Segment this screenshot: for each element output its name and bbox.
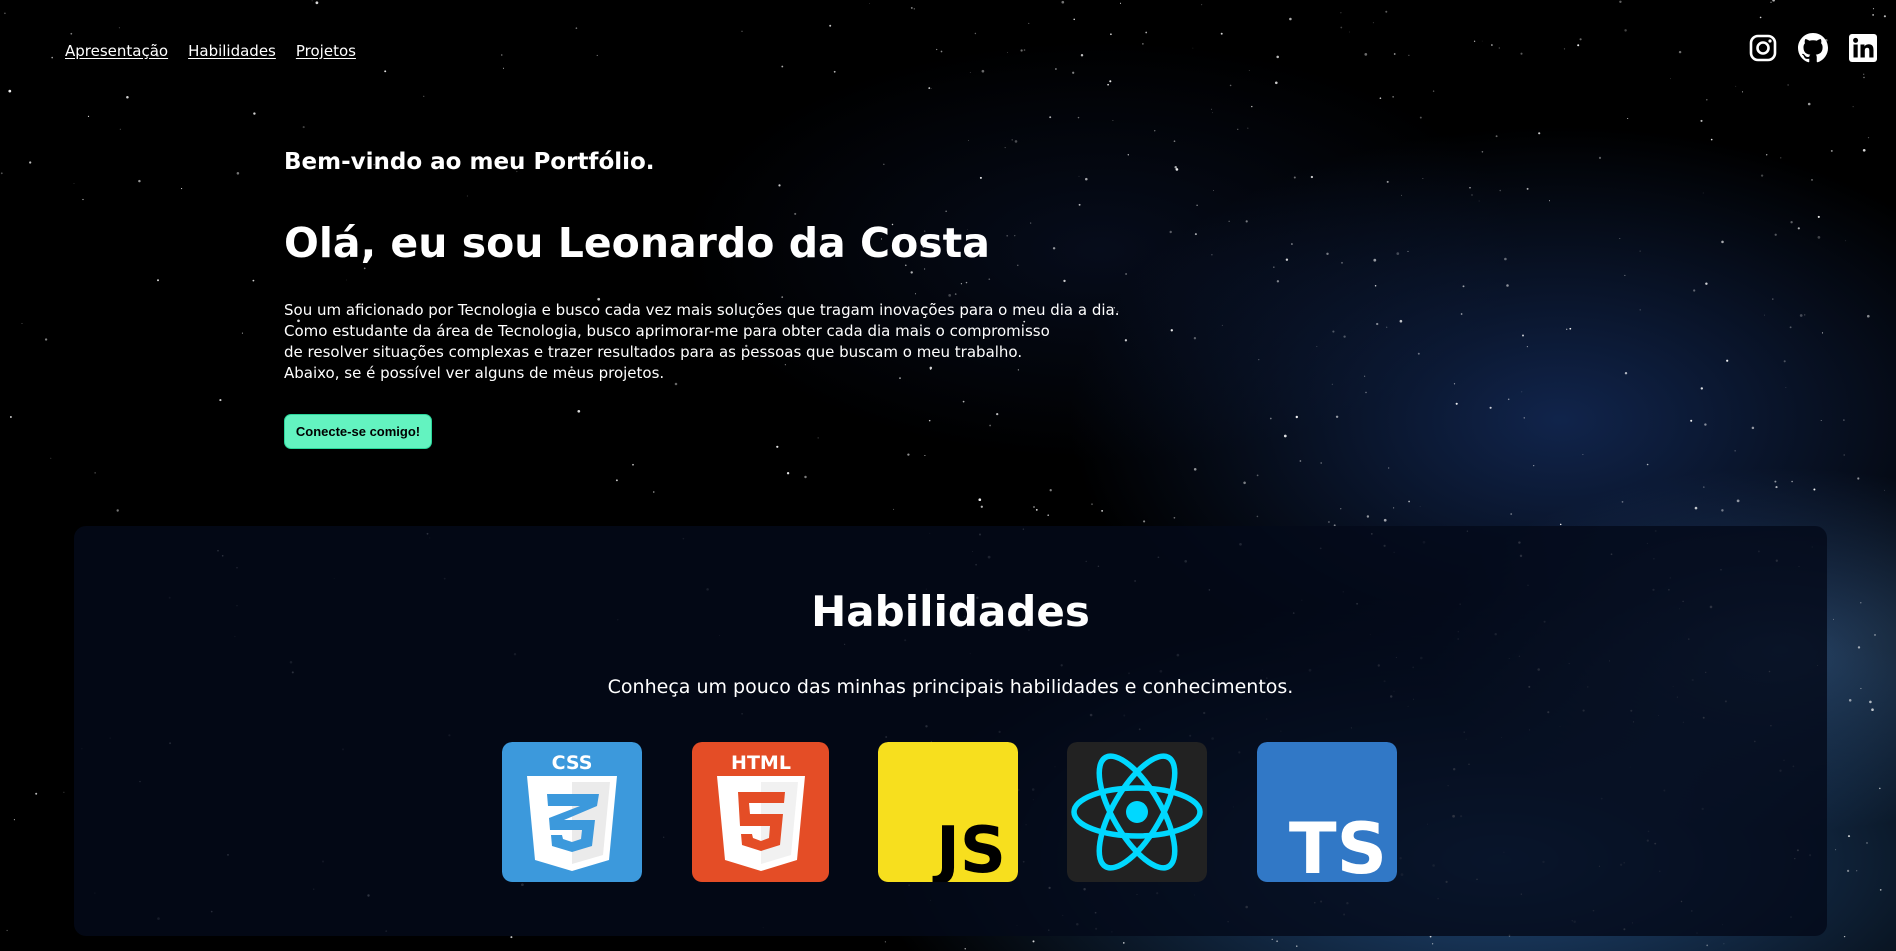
svg-text:TS: TS — [1289, 808, 1387, 882]
skills-section: Habilidades Conheça um pouco das minhas … — [74, 526, 1827, 936]
hero-headline: Olá, eu sou Leonardo da Costa — [284, 219, 990, 267]
skills-subtitle: Conheça um pouco das minhas principais h… — [607, 676, 1294, 698]
svg-text:CSS: CSS — [552, 752, 593, 774]
hero-bio: Sou um aficionado por Tecnologia e busco… — [284, 300, 1120, 384]
bio-line: Como estudante da área de Tecnologia, bu… — [284, 322, 1050, 340]
github-icon[interactable] — [1798, 33, 1828, 63]
main-nav: Apresentação Habilidades Projetos — [65, 42, 356, 60]
connect-button[interactable]: Conecte-se comigo! — [284, 414, 432, 449]
welcome-heading: Bem-vindo ao meu Portfólio. — [284, 149, 655, 175]
typescript-logo: TS — [1257, 742, 1397, 882]
html5-logo: HTML — [691, 742, 829, 882]
bio-line: Abaixo, se é possível ver alguns de meus… — [284, 364, 665, 382]
nav-link-projetos[interactable]: Projetos — [296, 42, 356, 60]
svg-text:JS: JS — [932, 814, 1006, 882]
bio-line: Sou um aficionado por Tecnologia e busco… — [284, 301, 1120, 319]
javascript-logo: JS — [878, 742, 1018, 882]
bio-line: de resolver situações complexas e trazer… — [284, 343, 1023, 361]
linkedin-icon[interactable] — [1848, 33, 1878, 63]
social-links — [1748, 33, 1878, 63]
nav-link-habilidades[interactable]: Habilidades — [188, 42, 276, 60]
svg-text:HTML: HTML — [731, 752, 791, 774]
hero-section: Bem-vindo ao meu Portfólio. Olá, eu sou … — [284, 144, 1184, 449]
instagram-icon[interactable] — [1748, 33, 1778, 63]
skills-title: Habilidades — [811, 587, 1090, 636]
skills-logos: CSS HTML JS TS — [502, 742, 1402, 882]
css3-logo: CSS — [502, 742, 642, 882]
nav-link-apresentacao[interactable]: Apresentação — [65, 42, 168, 60]
react-logo — [1067, 742, 1207, 882]
